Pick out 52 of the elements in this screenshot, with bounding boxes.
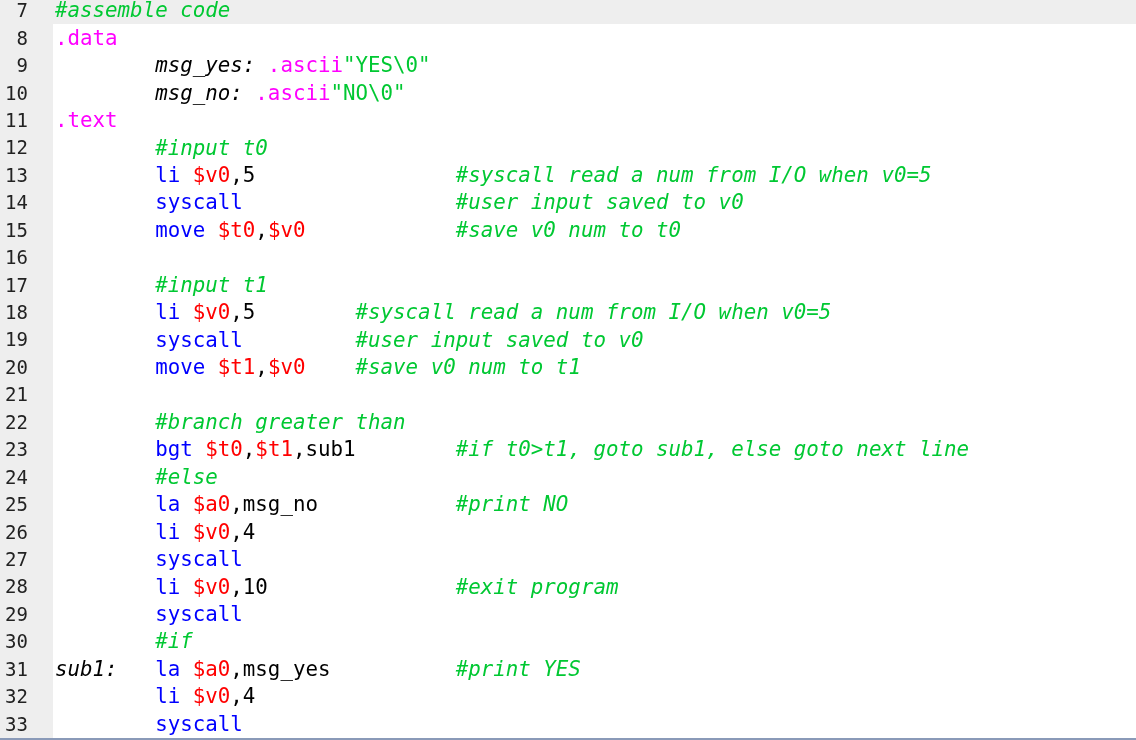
line-number: 7 [16, 1, 28, 21]
line-number: 30 [5, 632, 28, 652]
line-number: 12 [5, 138, 28, 158]
code-line: li $v0,4 [154, 521, 256, 543]
code-line: #input t1 [154, 274, 268, 296]
line-number: 11 [5, 110, 28, 130]
code-line: msg_yes: .ascii"YES\0" [154, 55, 431, 76]
line-number: 27 [5, 549, 28, 569]
code-line: #assemble code [55, 0, 231, 22]
code-line: li $v0,4 [154, 686, 256, 708]
code-line: .data [55, 27, 118, 49]
code-line: li $v0,5 #syscall read a num from I/O when v0=5 [154, 164, 932, 186]
code-line: li $v0,10 #exit program [154, 576, 619, 598]
code-line: la $a0,msg_no #print NO [154, 494, 569, 515]
code-line: move $t1,$v0 #save v0 num to t1 [154, 357, 581, 378]
line-number: 20 [5, 357, 28, 377]
code-line: syscall [154, 713, 243, 735]
code-line: #input t0 [154, 137, 268, 159]
line-number: 19 [5, 330, 28, 350]
code-line: bgt $t0,$t1,sub1 #if t0>t1, goto sub1, else goto next line [154, 439, 970, 461]
code-line: #branch greater than [154, 411, 406, 433]
code-line: #if [154, 631, 193, 653]
line-number: 18 [5, 303, 28, 323]
code-line: li $v0,5 #syscall read a num from I/O when v0=5 [154, 302, 832, 323]
line-number: 23 [5, 440, 28, 460]
line-number: 14 [5, 193, 28, 213]
code-line: msg_no: .ascii"NO\0" [154, 82, 406, 104]
code-line: .text [55, 110, 118, 131]
code-line: syscall #user input saved to v0 [154, 192, 744, 214]
code-line: syscall #user input saved to v0 [154, 329, 644, 351]
line-number: 33 [5, 714, 28, 734]
line-number: 31 [5, 659, 28, 679]
line-number: 26 [5, 522, 28, 542]
line-number: 22 [5, 412, 28, 432]
line-number: 15 [5, 220, 28, 240]
line-number: 10 [5, 83, 28, 103]
code-line: sub1: la $a0,msg_yes #print YES [55, 658, 581, 680]
code-line: move $t0,$v0 #save v0 num to t0 [154, 219, 682, 241]
code-line: syscall [154, 603, 243, 625]
line-number: 25 [5, 495, 28, 515]
line-number: 21 [5, 385, 28, 405]
code-line: #else [154, 466, 218, 488]
code-line: syscall [154, 549, 243, 570]
line-number: 29 [5, 604, 28, 624]
line-number: 13 [5, 165, 28, 185]
line-number: 28 [5, 577, 28, 597]
line-number: 24 [5, 467, 28, 487]
line-number: 8 [16, 28, 28, 48]
line-number: 9 [16, 56, 28, 76]
line-number: 16 [5, 248, 28, 268]
line-number: 32 [5, 687, 28, 707]
line-number: 17 [5, 275, 28, 295]
